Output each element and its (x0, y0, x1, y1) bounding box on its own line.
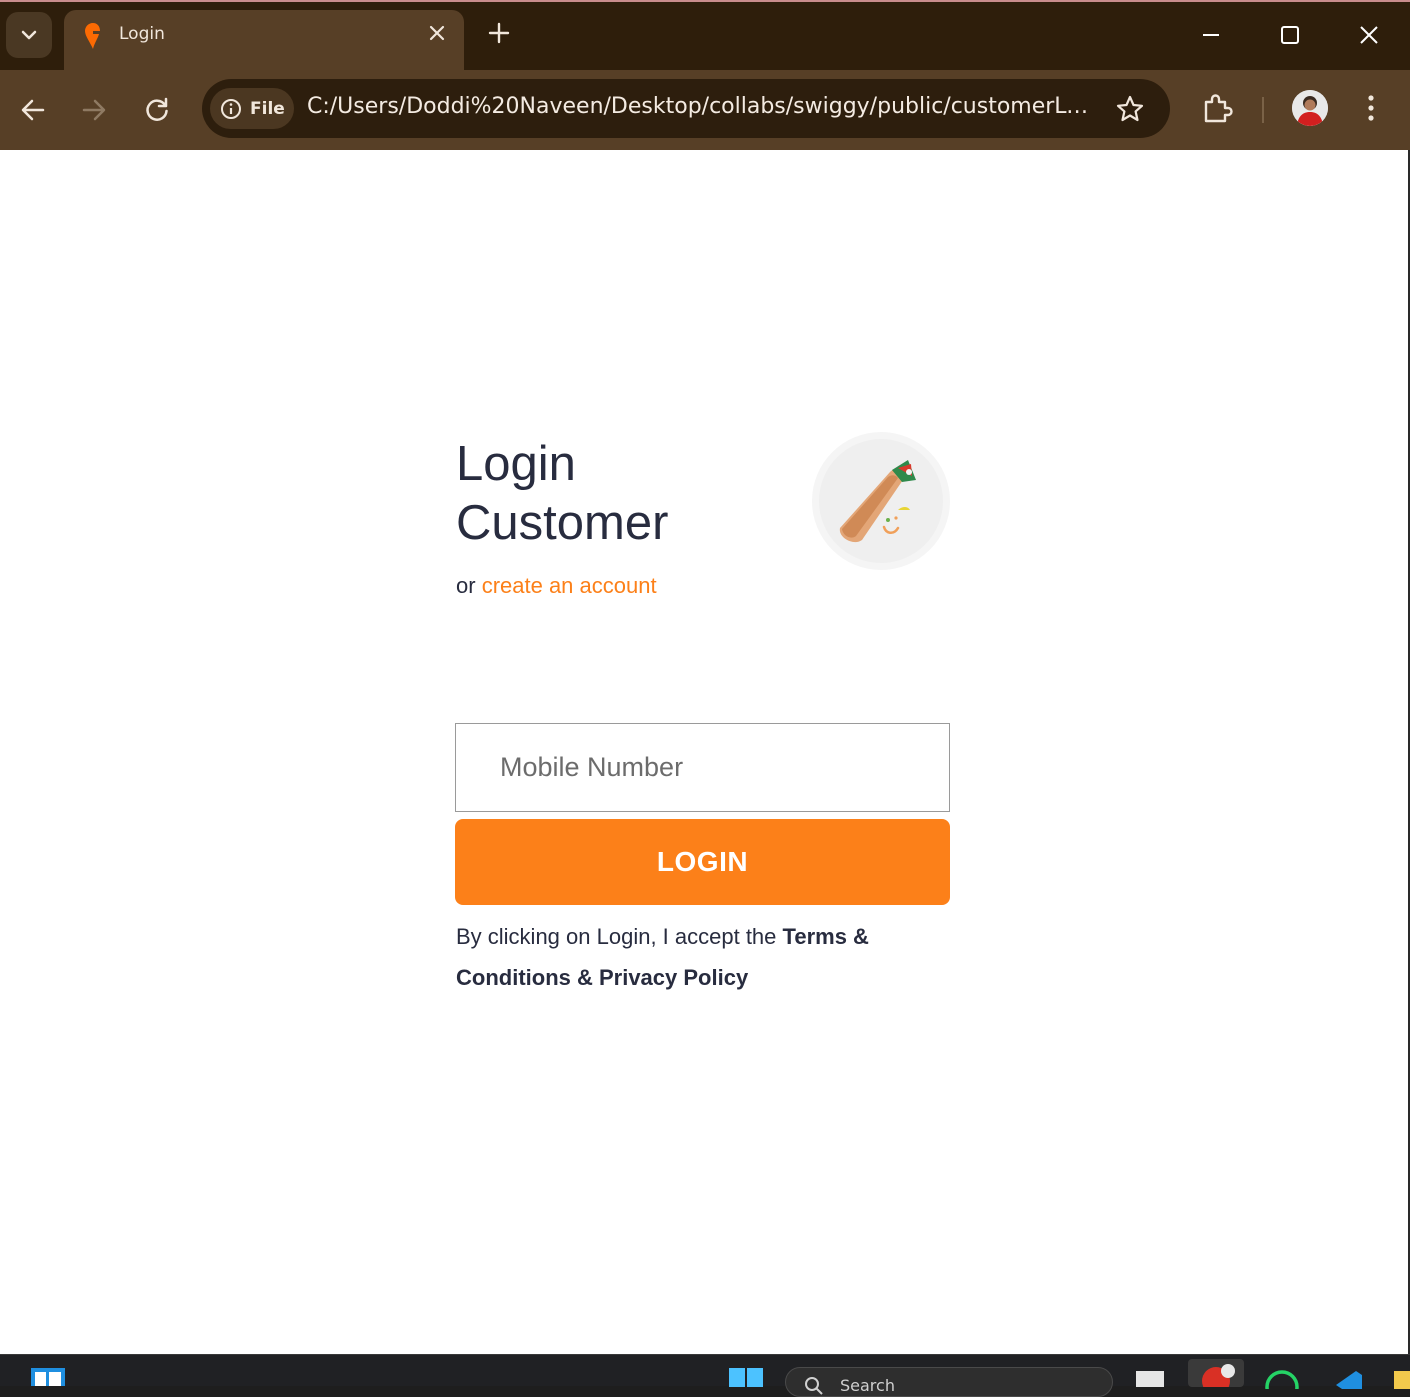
reload-button[interactable] (139, 92, 175, 128)
minimize-icon (1203, 34, 1219, 36)
widgets-icon[interactable] (30, 1367, 66, 1387)
chrome-taskbar-icon[interactable] (1188, 1359, 1244, 1387)
page-content: Login Customer or create an account LOGI… (0, 150, 1408, 1354)
maximize-icon (1281, 26, 1299, 44)
heading-line-2: Customer (456, 496, 669, 550)
terms-text: By clicking on Login, I accept the Terms… (456, 916, 926, 998)
star-icon[interactable] (1115, 94, 1145, 124)
info-icon (221, 98, 241, 119)
reload-icon (146, 97, 168, 121)
back-icon (21, 99, 45, 121)
forward-button[interactable] (76, 92, 112, 128)
profile-avatar[interactable] (1292, 90, 1328, 126)
extensions-icon[interactable] (1200, 90, 1234, 126)
whatsapp-icon[interactable] (1264, 1369, 1300, 1389)
mobile-number-input[interactable] (455, 723, 950, 812)
maximize-button[interactable] (1275, 20, 1305, 50)
signup-prompt: or create an account (456, 573, 657, 599)
close-window-button[interactable] (1354, 20, 1384, 50)
burrito-illustration (812, 432, 950, 570)
browser-toolbar: File C:/Users/Doddi%20Naveen/Desktop/col… (0, 70, 1410, 150)
taskbar-search[interactable]: Search (785, 1367, 1113, 1397)
address-bar[interactable]: File C:/Users/Doddi%20Naveen/Desktop/col… (202, 79, 1170, 138)
minimize-button[interactable] (1196, 20, 1226, 50)
site-chip-label: File (250, 98, 285, 119)
window-top-edge (0, 0, 1410, 2)
swiggy-favicon-icon (85, 23, 100, 49)
url-text[interactable]: C:/Users/Doddi%20Naveen/Desktop/collabs/… (307, 94, 1097, 119)
create-account-link[interactable]: create an account (482, 573, 657, 598)
site-info-chip[interactable]: File (210, 88, 294, 129)
browser-tab-login[interactable]: Login (64, 10, 464, 70)
browser-titlebar: Login (0, 0, 1410, 70)
dropdown-chevron-icon (21, 30, 37, 40)
app-icon[interactable] (1394, 1369, 1410, 1389)
file-explorer-icon[interactable] (1132, 1367, 1168, 1387)
signup-prefix: or (456, 573, 482, 598)
search-icon (805, 1377, 823, 1395)
toolbar-separator (1262, 97, 1264, 123)
more-icon[interactable] (1360, 92, 1382, 124)
plus-icon[interactable] (486, 20, 512, 46)
burrito-icon (819, 439, 943, 563)
vscode-icon[interactable] (1328, 1369, 1368, 1389)
tab-title: Login (119, 24, 165, 44)
heading-line-1: Login (456, 437, 576, 491)
os-taskbar: Search (0, 1354, 1410, 1397)
back-button[interactable] (15, 92, 51, 128)
terms-prefix: By clicking on Login, I accept the (456, 924, 783, 949)
close-icon[interactable] (426, 22, 448, 44)
forward-icon (82, 99, 106, 121)
login-button[interactable]: LOGIN (455, 819, 950, 905)
close-icon (1360, 26, 1378, 44)
windows-start-icon[interactable] (728, 1367, 764, 1387)
profile-photo (1292, 90, 1328, 126)
page-title: Login Customer (456, 435, 668, 553)
tab-search-button[interactable] (6, 12, 52, 58)
